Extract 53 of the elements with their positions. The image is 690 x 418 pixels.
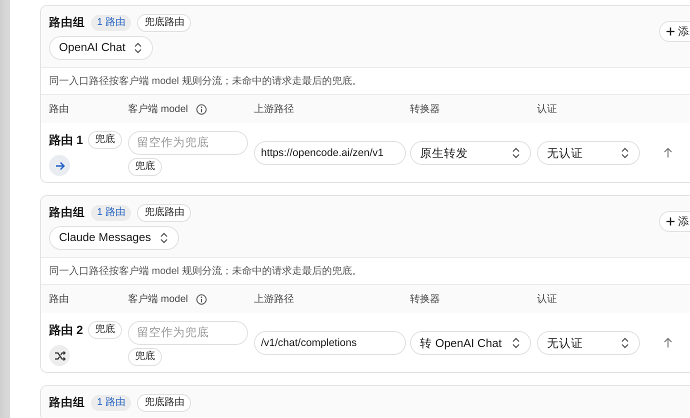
chevron-updown-icon: [511, 337, 521, 349]
route-name: 路由 2: [49, 322, 84, 338]
count-badge: 1 路由: [91, 205, 132, 221]
arrow-up-icon[interactable]: [663, 337, 673, 348]
shuffle-icon: [54, 350, 66, 360]
plus-icon: [666, 216, 675, 226]
arrow-right-icon: [54, 160, 64, 170]
upstream-input[interactable]: https://opencode.ai/zen/v1: [254, 141, 406, 165]
chevron-updown-icon: [133, 42, 144, 54]
model-input[interactable]: 留空作为兜底: [128, 321, 248, 345]
column-header: 路由: [49, 102, 69, 116]
column-header: 转换器: [410, 103, 440, 116]
chevron-updown-icon: [159, 232, 170, 244]
count-badge: 1 路由: [91, 395, 132, 411]
column-header: 上游路径: [254, 102, 294, 116]
column-header: 客户端 model: [128, 102, 188, 116]
column-header: 上游路径: [254, 292, 294, 306]
info-icon: [196, 104, 208, 114]
group-title: 路由组: [49, 205, 85, 221]
fallback-tag: 兜底: [88, 321, 122, 339]
upstream-input[interactable]: /v1/chat/completions: [254, 331, 406, 355]
protocol-select[interactable]: Claude Messages: [49, 226, 180, 250]
plus-icon: [666, 26, 675, 36]
auth-select[interactable]: 无认证: [537, 331, 640, 355]
fallback-tag: 兜底路由: [137, 204, 192, 222]
protocol-select[interactable]: OpenAI Chat: [49, 36, 154, 60]
converter-select[interactable]: 转 OpenAI Chat: [410, 331, 531, 355]
column-header: 认证: [537, 293, 557, 306]
auth-select[interactable]: 无认证: [537, 141, 640, 165]
route-name: 路由 1: [49, 132, 84, 148]
column-header: 客户端 model: [128, 292, 188, 306]
column-header: 转换器: [410, 293, 440, 306]
column-header: 认证: [537, 103, 557, 116]
chevron-updown-icon: [511, 147, 521, 159]
fallback-tag: 兜底: [128, 348, 162, 366]
chevron-updown-icon: [620, 147, 630, 159]
info-icon: [196, 294, 208, 304]
arrow-up-icon[interactable]: [663, 147, 673, 158]
fallback-tag: 兜底路由: [137, 394, 192, 412]
route-type-button[interactable]: [49, 155, 70, 176]
add-button[interactable]: 添: [659, 20, 690, 42]
chevron-updown-icon: [620, 337, 630, 349]
route-type-button[interactable]: [49, 345, 70, 366]
fallback-tag: 兜底: [88, 131, 122, 149]
group-title: 路由组: [49, 395, 85, 411]
group-title: 路由组: [49, 15, 85, 31]
fallback-tag: 兜底: [128, 158, 162, 176]
column-header: 路由: [49, 292, 69, 306]
count-badge: 1 路由: [91, 15, 132, 31]
converter-select[interactable]: 原生转发: [410, 141, 531, 165]
fallback-tag: 兜底路由: [137, 14, 192, 32]
add-button[interactable]: 添: [659, 210, 690, 232]
model-input[interactable]: 留空作为兜底: [128, 131, 248, 155]
